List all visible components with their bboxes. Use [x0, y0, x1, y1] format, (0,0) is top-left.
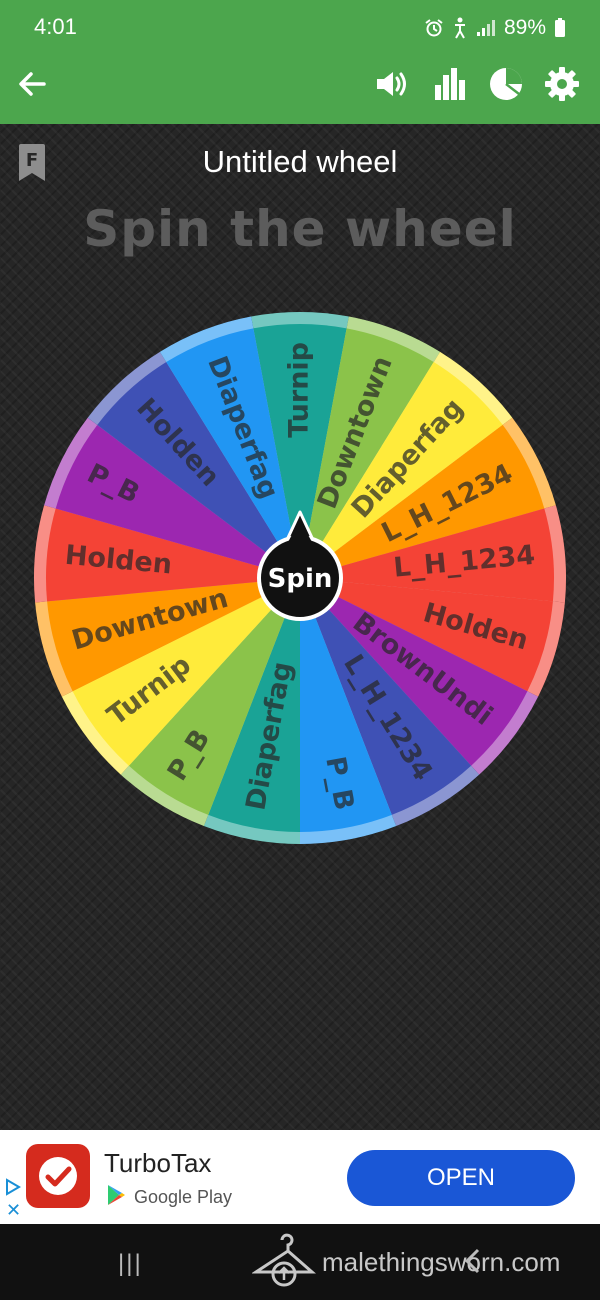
wheel-segment-label: Turnip — [284, 342, 315, 438]
app-header: 4:01 89% — [0, 0, 600, 124]
ad-store-label: Google Play — [134, 1187, 233, 1207]
bar-chart-icon[interactable] — [430, 64, 470, 104]
battery-icon — [554, 18, 566, 38]
nav-back-chevron-icon[interactable] — [458, 1246, 488, 1276]
ad-close-icon[interactable]: ✕ — [6, 1200, 21, 1221]
nav-recent-apps-button[interactable]: ||| — [118, 1250, 143, 1278]
ad-choices-icon[interactable] — [4, 1178, 22, 1200]
system-nav-bar: ||| malethingsworn.com — [0, 1224, 600, 1300]
spin-button-label: Spin — [268, 564, 333, 594]
status-icons: 89% — [424, 14, 566, 42]
back-arrow-icon[interactable] — [12, 64, 52, 104]
accessibility-icon — [452, 17, 468, 39]
pie-chart-icon[interactable] — [486, 64, 526, 104]
spin-wheel[interactable]: TurnipDowntownDiaperfagL_H_1234L_H_1234H… — [0, 124, 600, 1130]
signal-icon — [476, 19, 496, 37]
watermark: malethingsworn.com — [250, 1230, 592, 1294]
volume-icon[interactable] — [372, 64, 412, 104]
ad-banner[interactable]: ✕ TurboTax Google Play OPEN — [0, 1130, 600, 1224]
hanger-logo-icon — [250, 1232, 316, 1292]
watermark-text: malethingsworn.com — [322, 1246, 561, 1277]
ad-open-button[interactable]: OPEN — [347, 1150, 575, 1206]
ad-app-name: TurboTax — [104, 1148, 212, 1178]
wheel-screen: F Untitled wheel Spin the wheel Turnip Do… — [0, 124, 600, 1130]
ad-store: Google Play — [106, 1184, 232, 1211]
google-play-icon — [106, 1184, 126, 1211]
battery-percent: 89% — [503, 16, 546, 39]
settings-gear-icon[interactable] — [542, 64, 582, 104]
status-time: 4:01 — [34, 14, 77, 39]
turbotax-logo-icon[interactable] — [26, 1144, 90, 1208]
alarm-icon — [424, 18, 444, 38]
